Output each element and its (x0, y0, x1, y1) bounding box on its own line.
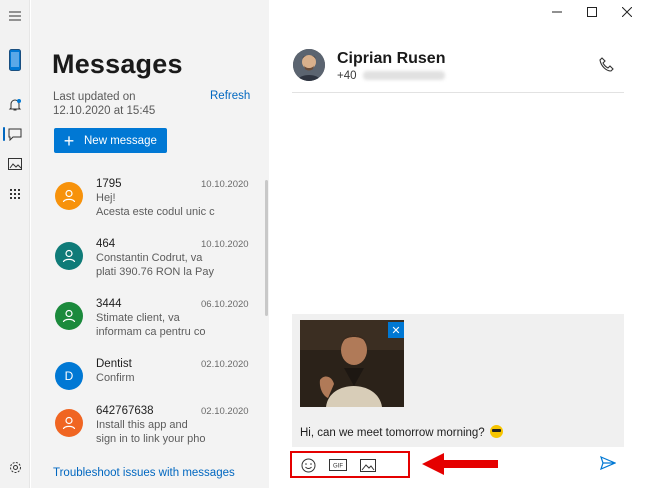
person-icon (62, 309, 76, 323)
call-button[interactable] (598, 56, 618, 76)
avatar (55, 182, 83, 210)
gif-icon: GIF (329, 459, 347, 471)
contact-phone: +40 (337, 70, 445, 82)
new-message-button[interactable]: + New message (54, 128, 167, 153)
conversation-preview: Hej! Acesta este codul unic c (96, 192, 215, 218)
scrollbar[interactable] (265, 180, 268, 316)
conversation-name: 3444 (96, 298, 122, 310)
compose-area[interactable]: ✕ Hi, can we meet tomorrow morning? (292, 314, 624, 447)
person-icon (62, 189, 76, 203)
send-button[interactable] (600, 455, 618, 472)
conversation-date: 02.10.2020 (201, 359, 249, 370)
conversation-name: Dentist (96, 358, 132, 370)
emoji-button[interactable] (298, 457, 318, 473)
last-updated-text: Last updated on 12.10.2020 at 15:45 (53, 91, 156, 117)
person-icon (62, 416, 76, 430)
svg-text:GIF: GIF (333, 464, 343, 470)
person-icon (62, 249, 76, 263)
troubleshoot-link[interactable]: Troubleshoot issues with messages (53, 467, 235, 479)
notifications-icon[interactable] (0, 92, 30, 118)
emoji-icon (301, 458, 315, 472)
settings-icon[interactable] (0, 454, 30, 480)
image-icon (360, 458, 376, 472)
conversation-item[interactable]: 464 10.10.2020 Constantin Codrut, va plati… (31, 238, 261, 294)
conversation-preview: Confirm (96, 372, 135, 384)
minimize-button[interactable] (540, 0, 573, 24)
messages-list-panel: Messages Last updated on 12.10.2020 at 1… (31, 0, 269, 488)
conversation-preview: Constantin Codrut, va plati 390.76 RON l… (96, 252, 215, 278)
conversation-preview: Install this app and sign in to link you… (96, 419, 206, 445)
photos-icon[interactable] (0, 151, 30, 177)
phone-call-icon (599, 57, 614, 72)
conversation-date: 10.10.2020 (201, 239, 249, 250)
new-message-label: New message (84, 134, 157, 147)
gif-button[interactable]: GIF (328, 457, 348, 473)
conversation-item[interactable]: 3444 06.10.2020 Stimate client, va informa… (31, 298, 261, 354)
messages-icon[interactable] (0, 121, 30, 147)
message-input[interactable]: Hi, can we meet tomorrow morning? (300, 425, 503, 439)
apps-icon[interactable] (0, 181, 30, 207)
page-title: Messages (52, 49, 183, 79)
phone-icon[interactable] (0, 46, 30, 74)
maximize-button[interactable] (575, 0, 608, 24)
close-button[interactable] (610, 0, 643, 24)
header-divider (292, 92, 624, 93)
plus-icon: + (63, 130, 75, 151)
sunglasses-emoji-icon (489, 425, 503, 438)
conversation-date: 02.10.2020 (201, 406, 249, 417)
blurred-number (362, 71, 445, 81)
avatar (55, 409, 83, 437)
menu-icon[interactable] (0, 3, 30, 29)
annotation-arrow (422, 453, 498, 475)
refresh-link[interactable]: Refresh (210, 90, 250, 102)
conversation-item[interactable]: 1795 10.10.2020 Hej! Acesta este codul uni… (31, 178, 261, 234)
conversation-item[interactable]: 642767638 02.10.2020 Install this app and … (31, 405, 261, 461)
close-icon: ✕ (391, 324, 401, 337)
contact-avatar (293, 49, 325, 81)
conversation-name: 464 (96, 238, 116, 250)
conversation-date: 06.10.2020 (201, 299, 249, 310)
conversation-preview: Stimate client, va informam ca pentru co (96, 312, 206, 338)
contact-name: Ciprian Rusen (337, 50, 446, 67)
remove-attachment-button[interactable]: ✕ (388, 322, 404, 338)
navigation-rail (0, 0, 30, 488)
avatar (55, 242, 83, 270)
send-icon (600, 455, 617, 471)
avatar (55, 302, 83, 330)
avatar: D (55, 362, 83, 390)
image-button[interactable] (358, 457, 378, 473)
conversation-name: 642767638 (96, 405, 154, 417)
compose-toolbar-highlight: GIF (290, 451, 410, 478)
conversation-name: 1795 (96, 178, 122, 190)
conversation-date: 10.10.2020 (201, 179, 249, 190)
